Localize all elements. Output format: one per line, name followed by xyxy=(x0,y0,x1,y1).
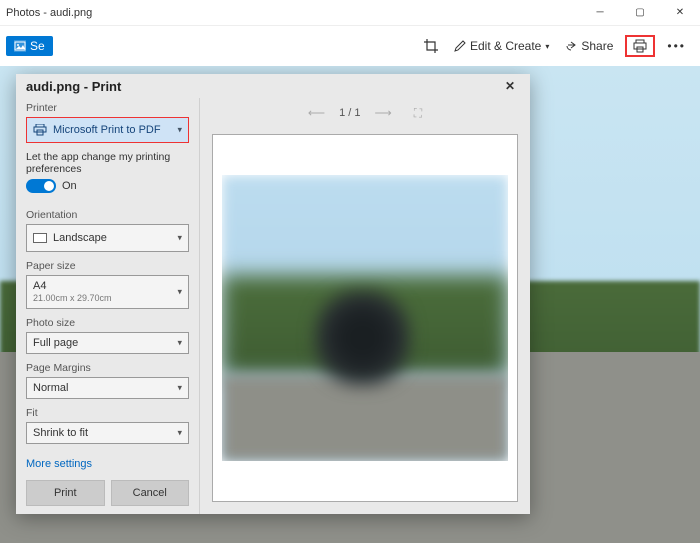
chevron-down-icon: ▾ xyxy=(177,287,182,298)
preview-page xyxy=(212,134,518,502)
photo-viewer: audi.png - Print ✕ Printer Microsoft Pri… xyxy=(0,66,700,543)
print-submit-button[interactable]: Print xyxy=(26,480,105,506)
photo-icon xyxy=(14,40,26,52)
see-photos-button[interactable]: Se xyxy=(6,36,53,56)
printer-icon xyxy=(633,39,647,53)
print-preview-panel: ⟵ 1 / 1 ⟶ ⛶ xyxy=(200,98,530,514)
print-button[interactable] xyxy=(625,35,655,57)
chevron-down-icon: ▾ xyxy=(545,42,549,51)
fit-page-button[interactable]: ⛶ xyxy=(414,106,422,121)
photo-size-select[interactable]: Full page ▾ xyxy=(26,332,189,354)
chevron-down-icon: ▾ xyxy=(177,233,182,244)
photo-size-label: Photo size xyxy=(26,317,189,329)
orientation-select[interactable]: Landscape ▾ xyxy=(26,224,189,252)
print-settings-panel: Printer Microsoft Print to PDF ▾ Let the… xyxy=(16,98,200,514)
photo-size-value: Full page xyxy=(33,337,78,349)
prev-page-button[interactable]: ⟵ xyxy=(308,106,325,120)
ellipsis-icon: ••• xyxy=(667,39,686,53)
printer-value: Microsoft Print to PDF xyxy=(53,124,161,136)
fit-select[interactable]: Shrink to fit ▾ xyxy=(26,422,189,444)
edit-create-label: Edit & Create xyxy=(470,39,541,53)
edit-create-button[interactable]: Edit & Create ▾ xyxy=(446,35,557,57)
page-margins-value: Normal xyxy=(33,382,68,394)
page-indicator: 1 / 1 xyxy=(339,107,360,119)
crop-tool-button[interactable] xyxy=(416,35,446,57)
pencil-icon xyxy=(454,40,466,52)
landscape-icon xyxy=(33,233,47,243)
titlebar: Photos - audi.png ─ ▢ ✕ xyxy=(0,0,700,26)
window-title: Photos - audi.png xyxy=(6,7,92,19)
share-icon xyxy=(565,40,577,52)
chevron-down-icon: ▾ xyxy=(177,428,182,439)
orientation-label: Orientation xyxy=(26,209,189,221)
more-settings-link[interactable]: More settings xyxy=(26,458,189,470)
orientation-value: Landscape xyxy=(53,232,107,244)
page-margins-label: Page Margins xyxy=(26,362,189,374)
preview-image xyxy=(222,175,508,460)
print-dialog-header: audi.png - Print ✕ xyxy=(16,74,530,98)
printer-device-icon xyxy=(33,124,47,136)
printer-label: Printer xyxy=(26,102,189,114)
next-page-button[interactable]: ⟶ xyxy=(375,106,392,120)
chevron-down-icon: ▾ xyxy=(177,338,182,349)
see-photos-label: Se xyxy=(30,39,45,53)
toggle-on-label: On xyxy=(62,180,77,192)
print-dialog: audi.png - Print ✕ Printer Microsoft Pri… xyxy=(16,74,530,514)
share-label: Share xyxy=(581,39,613,53)
minimize-button[interactable]: ─ xyxy=(580,0,620,26)
print-dialog-title: audi.png - Print xyxy=(26,79,121,94)
chevron-down-icon: ▾ xyxy=(177,125,182,136)
paper-size-value: A4 xyxy=(33,280,46,293)
chevron-down-icon: ▾ xyxy=(177,383,182,394)
fit-value: Shrink to fit xyxy=(33,427,88,439)
page-margins-select[interactable]: Normal ▾ xyxy=(26,377,189,399)
more-button[interactable]: ••• xyxy=(659,35,694,57)
preferences-toggle[interactable] xyxy=(26,179,56,193)
paper-size-label: Paper size xyxy=(26,260,189,272)
paper-size-select[interactable]: A4 21.00cm x 29.70cm ▾ xyxy=(26,275,189,309)
window-controls: ─ ▢ ✕ xyxy=(580,0,700,26)
close-window-button[interactable]: ✕ xyxy=(660,0,700,26)
app-toolbar: Se Edit & Create ▾ Share ••• xyxy=(0,26,700,66)
photos-app-window: Photos - audi.png ─ ▢ ✕ Se Edit & Create… xyxy=(0,0,700,543)
paper-size-dimensions: 21.00cm x 29.70cm xyxy=(33,293,112,304)
close-dialog-button[interactable]: ✕ xyxy=(500,76,520,96)
fit-label: Fit xyxy=(26,407,189,419)
share-button[interactable]: Share xyxy=(557,35,621,57)
printing-preferences-text: Let the app change my printing preferenc… xyxy=(26,151,189,175)
printer-select[interactable]: Microsoft Print to PDF ▾ xyxy=(26,117,189,143)
cancel-button[interactable]: Cancel xyxy=(111,480,190,506)
preview-pager: ⟵ 1 / 1 ⟶ ⛶ xyxy=(200,98,530,128)
maximize-button[interactable]: ▢ xyxy=(620,0,660,26)
